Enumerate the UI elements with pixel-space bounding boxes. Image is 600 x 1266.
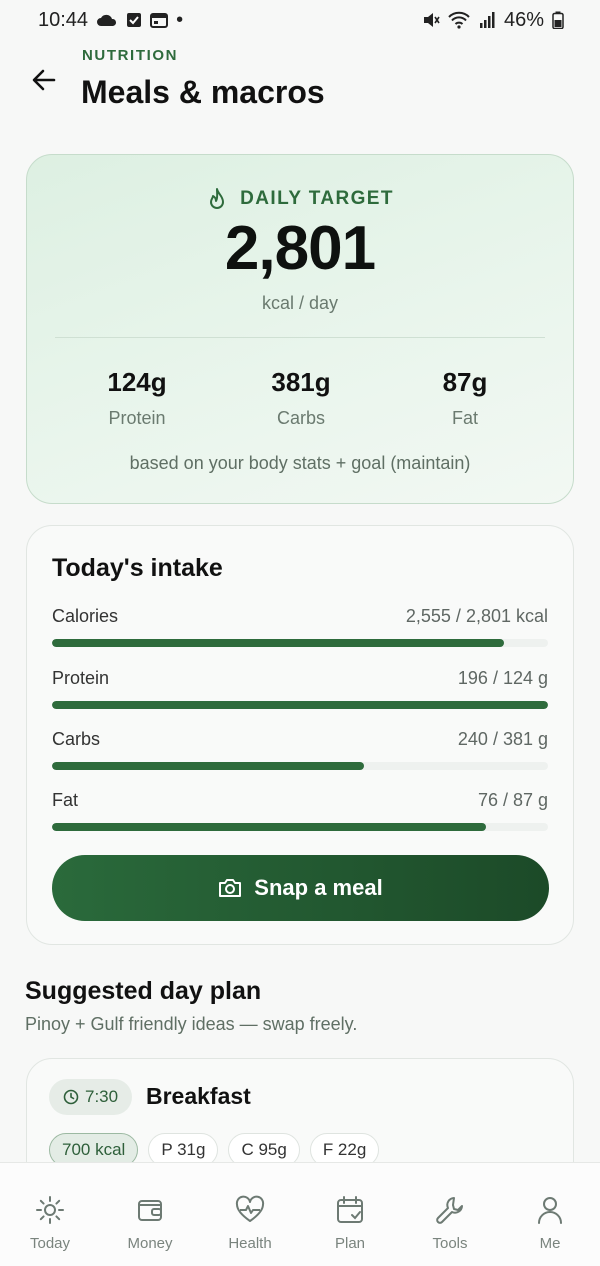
mute-icon	[422, 11, 440, 29]
intake-label: Calories	[52, 606, 119, 626]
macro-value: 87g	[442, 367, 488, 397]
macro-fat: 87g Fat	[383, 367, 547, 429]
intake-value: 196 / 124 g	[457, 668, 548, 688]
intake-value: 240 / 381 g	[457, 729, 548, 749]
daily-target-note: based on your body stats + goal (maintai…	[129, 453, 471, 473]
meal-time: 7:30	[85, 1087, 119, 1106]
macro-label: Fat	[451, 408, 478, 428]
meal-name: Breakfast	[146, 1083, 251, 1109]
progress-fill	[52, 762, 365, 770]
daily-target-unit: kcal / day	[261, 293, 339, 313]
status-dot: •	[176, 8, 184, 31]
sun-icon	[34, 1193, 66, 1227]
nav-item-me[interactable]: Me	[500, 1163, 600, 1266]
progress-fill	[52, 639, 505, 647]
macro-label: Carbs	[276, 408, 325, 428]
intake-title: Today's intake	[52, 554, 223, 582]
bottom-nav: Today Money Health Plan Tools Me	[0, 1162, 600, 1266]
intake-label: Carbs	[52, 729, 101, 749]
nav-item-tools[interactable]: Tools	[400, 1163, 500, 1266]
person-icon	[534, 1193, 566, 1227]
status-left: 10:44 •	[38, 9, 183, 32]
app-header: NUTRITION Meals & macros	[0, 44, 600, 124]
wallet-icon	[134, 1193, 166, 1227]
meal-time-chip: 7:30	[49, 1079, 133, 1115]
nav-item-money[interactable]: Money	[100, 1163, 200, 1266]
intake-label: Fat	[52, 790, 79, 810]
intake-card: Today's intake Calories 2,555 / 2,801 kc…	[26, 525, 574, 945]
flame-icon	[210, 188, 225, 209]
section-overline: NUTRITION	[82, 47, 179, 64]
nav-label: Tools	[432, 1235, 468, 1252]
nav-label: Me	[539, 1235, 561, 1252]
daily-target-value: 2,801	[224, 214, 376, 283]
macro-protein: 124g Protein	[55, 367, 219, 429]
intake-value: 76 / 87 g	[477, 790, 548, 810]
cloud-icon	[96, 13, 118, 27]
intake-value: 2,555 / 2,801 kcal	[405, 606, 548, 626]
daily-target-card: DAILY TARGET 2,801 kcal / day 124g Prote…	[26, 154, 574, 504]
nav-label: Money	[127, 1235, 173, 1252]
checkbox-icon	[126, 12, 142, 28]
progress-fill	[52, 701, 548, 709]
nav-item-today[interactable]: Today	[0, 1163, 100, 1266]
calendar-small-icon	[150, 12, 169, 28]
status-time: 10:44	[38, 8, 89, 31]
intake-row-carbs: Carbs 240 / 381 g	[52, 729, 548, 770]
nav-item-health[interactable]: Health	[200, 1163, 300, 1266]
status-bar: 10:44 • 46%	[0, 0, 600, 40]
progress-track	[52, 701, 548, 709]
macro-label: Protein	[108, 408, 166, 428]
macro-value: 124g	[107, 367, 167, 397]
nav-label: Today	[29, 1235, 71, 1252]
clock-icon	[63, 1089, 79, 1105]
back-button[interactable]	[28, 64, 60, 96]
intake-row-protein: Protein 196 / 124 g	[52, 668, 548, 709]
arrow-left-icon	[32, 69, 56, 91]
progress-fill	[52, 823, 486, 831]
camera-icon	[219, 879, 242, 897]
nav-label: Plan	[334, 1235, 366, 1252]
battery-icon	[552, 11, 564, 29]
calendar-check-icon	[334, 1193, 366, 1227]
nav-label: Health	[228, 1235, 272, 1252]
macro-value: 381g	[271, 367, 331, 397]
progress-track	[52, 762, 548, 770]
heart-pulse-icon	[234, 1193, 266, 1227]
daily-target-label: DAILY TARGET	[27, 187, 573, 211]
progress-track	[52, 823, 548, 831]
snap-meal-label: Snap a meal	[254, 875, 383, 900]
wrench-icon	[434, 1193, 466, 1227]
intake-row-calories: Calories 2,555 / 2,801 kcal	[52, 606, 548, 647]
card-divider	[55, 337, 545, 338]
page-title: Meals & macros	[81, 74, 325, 110]
daily-target-text: DAILY TARGET	[240, 188, 394, 209]
signal-icon	[478, 11, 496, 29]
progress-track	[52, 639, 548, 647]
wifi-icon	[448, 11, 470, 29]
nav-item-plan[interactable]: Plan	[300, 1163, 400, 1266]
macro-carbs: 381g Carbs	[219, 367, 383, 429]
status-right: 46%	[422, 9, 564, 32]
battery-percent: 46%	[503, 8, 544, 31]
snap-meal-button[interactable]: Snap a meal	[52, 855, 549, 921]
intake-row-fat: Fat 76 / 87 g	[52, 790, 548, 831]
plan-title: Suggested day plan	[25, 977, 262, 1005]
plan-subtitle: Pinoy + Gulf friendly ideas — swap freel…	[25, 1014, 358, 1034]
intake-label: Protein	[52, 668, 110, 688]
